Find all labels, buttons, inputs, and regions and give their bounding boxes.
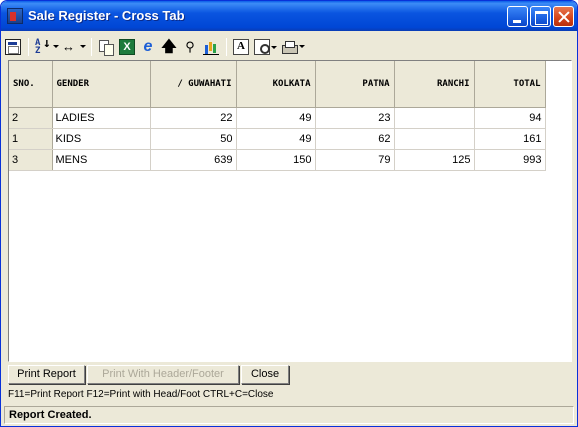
minimize-button[interactable] <box>507 6 528 27</box>
cell-total[interactable]: 94 <box>474 107 546 129</box>
window-title: Sale Register - Cross Tab <box>28 8 185 23</box>
cell-sno[interactable]: 1 <box>9 128 53 150</box>
cell-patna[interactable]: 62 <box>315 128 395 150</box>
cell-patna[interactable]: 79 <box>315 149 395 171</box>
cell-guwahati[interactable]: 639 <box>150 149 237 171</box>
find-icon[interactable]: ⚲ <box>182 39 198 55</box>
cell-total[interactable]: 993 <box>474 149 546 171</box>
status-text: Report Created. <box>9 409 92 421</box>
cell-sno[interactable]: 3 <box>9 149 53 171</box>
cell-total[interactable]: 161 <box>474 128 546 150</box>
cell-sno[interactable]: 2 <box>9 107 53 129</box>
excel-icon[interactable]: X <box>119 39 135 55</box>
cell-kolkata[interactable]: 49 <box>236 107 316 129</box>
copy-icon[interactable] <box>98 39 114 56</box>
cell-patna[interactable]: 23 <box>315 107 395 129</box>
header-row: SNO. GENDER / GUWAHATI KOLKATA PATNA RAN… <box>9 61 546 108</box>
column-header-ranchi[interactable]: RANCHI <box>394 61 475 108</box>
close-button[interactable]: Close <box>241 365 289 384</box>
column-header-guwahati[interactable]: / GUWAHATI <box>150 61 237 108</box>
window-icon[interactable] <box>5 39 21 55</box>
status-bar: Report Created. <box>4 406 574 424</box>
sort-az-icon[interactable]: AZ <box>35 39 59 56</box>
print-preview-icon[interactable] <box>254 39 277 55</box>
column-header-total[interactable]: TOTAL <box>474 61 546 108</box>
toolbar-separator <box>226 38 227 56</box>
table-row[interactable]: 3 MENS 639 150 79 125 993 <box>9 149 546 171</box>
table-row[interactable]: 2 LADIES 22 49 23 94 <box>9 107 546 129</box>
column-header-gender[interactable]: GENDER <box>52 61 151 108</box>
crosstab-table: SNO. GENDER / GUWAHATI KOLKATA PATNA RAN… <box>9 61 546 171</box>
column-header-sno[interactable]: SNO. <box>9 61 53 108</box>
print-report-button[interactable]: Print Report <box>8 365 85 384</box>
table-row[interactable]: 1 KIDS 50 49 62 161 <box>9 128 546 150</box>
cell-guwahati[interactable]: 50 <box>150 128 237 150</box>
up-arrow-icon[interactable]: 🡅 <box>161 39 177 55</box>
cell-ranchi[interactable] <box>394 128 475 150</box>
chart-icon[interactable] <box>203 39 219 55</box>
cell-gender[interactable]: MENS <box>52 149 151 171</box>
cell-ranchi[interactable] <box>394 107 475 129</box>
shortcut-hint: F11=Print Report F12=Print with Head/Foo… <box>8 389 274 400</box>
font-icon[interactable]: A <box>233 39 249 55</box>
toolbar-separator <box>91 38 92 56</box>
cell-ranchi[interactable]: 125 <box>394 149 475 171</box>
column-header-kolkata[interactable]: KOLKATA <box>236 61 316 108</box>
internet-explorer-icon[interactable]: e <box>140 39 156 55</box>
cell-guwahati[interactable]: 22 <box>150 107 237 129</box>
column-header-patna[interactable]: PATNA <box>315 61 395 108</box>
toolbar: AZ ↔ X e 🡅 ⚲ A <box>5 34 575 60</box>
cell-kolkata[interactable]: 150 <box>236 149 316 171</box>
app-icon <box>7 8 23 24</box>
column-width-icon[interactable]: ↔ <box>62 39 86 55</box>
maximize-button[interactable] <box>530 6 551 27</box>
close-window-button[interactable] <box>553 6 574 27</box>
toolbar-separator <box>28 38 29 56</box>
cell-gender[interactable]: KIDS <box>52 128 151 150</box>
printer-icon[interactable] <box>281 39 305 55</box>
cell-kolkata[interactable]: 49 <box>236 128 316 150</box>
cell-gender[interactable]: LADIES <box>52 107 151 129</box>
print-with-header-footer-button[interactable]: Print With Header/Footer <box>87 365 239 384</box>
report-grid[interactable]: SNO. GENDER / GUWAHATI KOLKATA PATNA RAN… <box>8 60 572 362</box>
report-window: Sale Register - Cross Tab AZ ↔ X e 🡅 ⚲ A <box>0 0 578 427</box>
title-bar[interactable]: Sale Register - Cross Tab <box>1 1 577 31</box>
